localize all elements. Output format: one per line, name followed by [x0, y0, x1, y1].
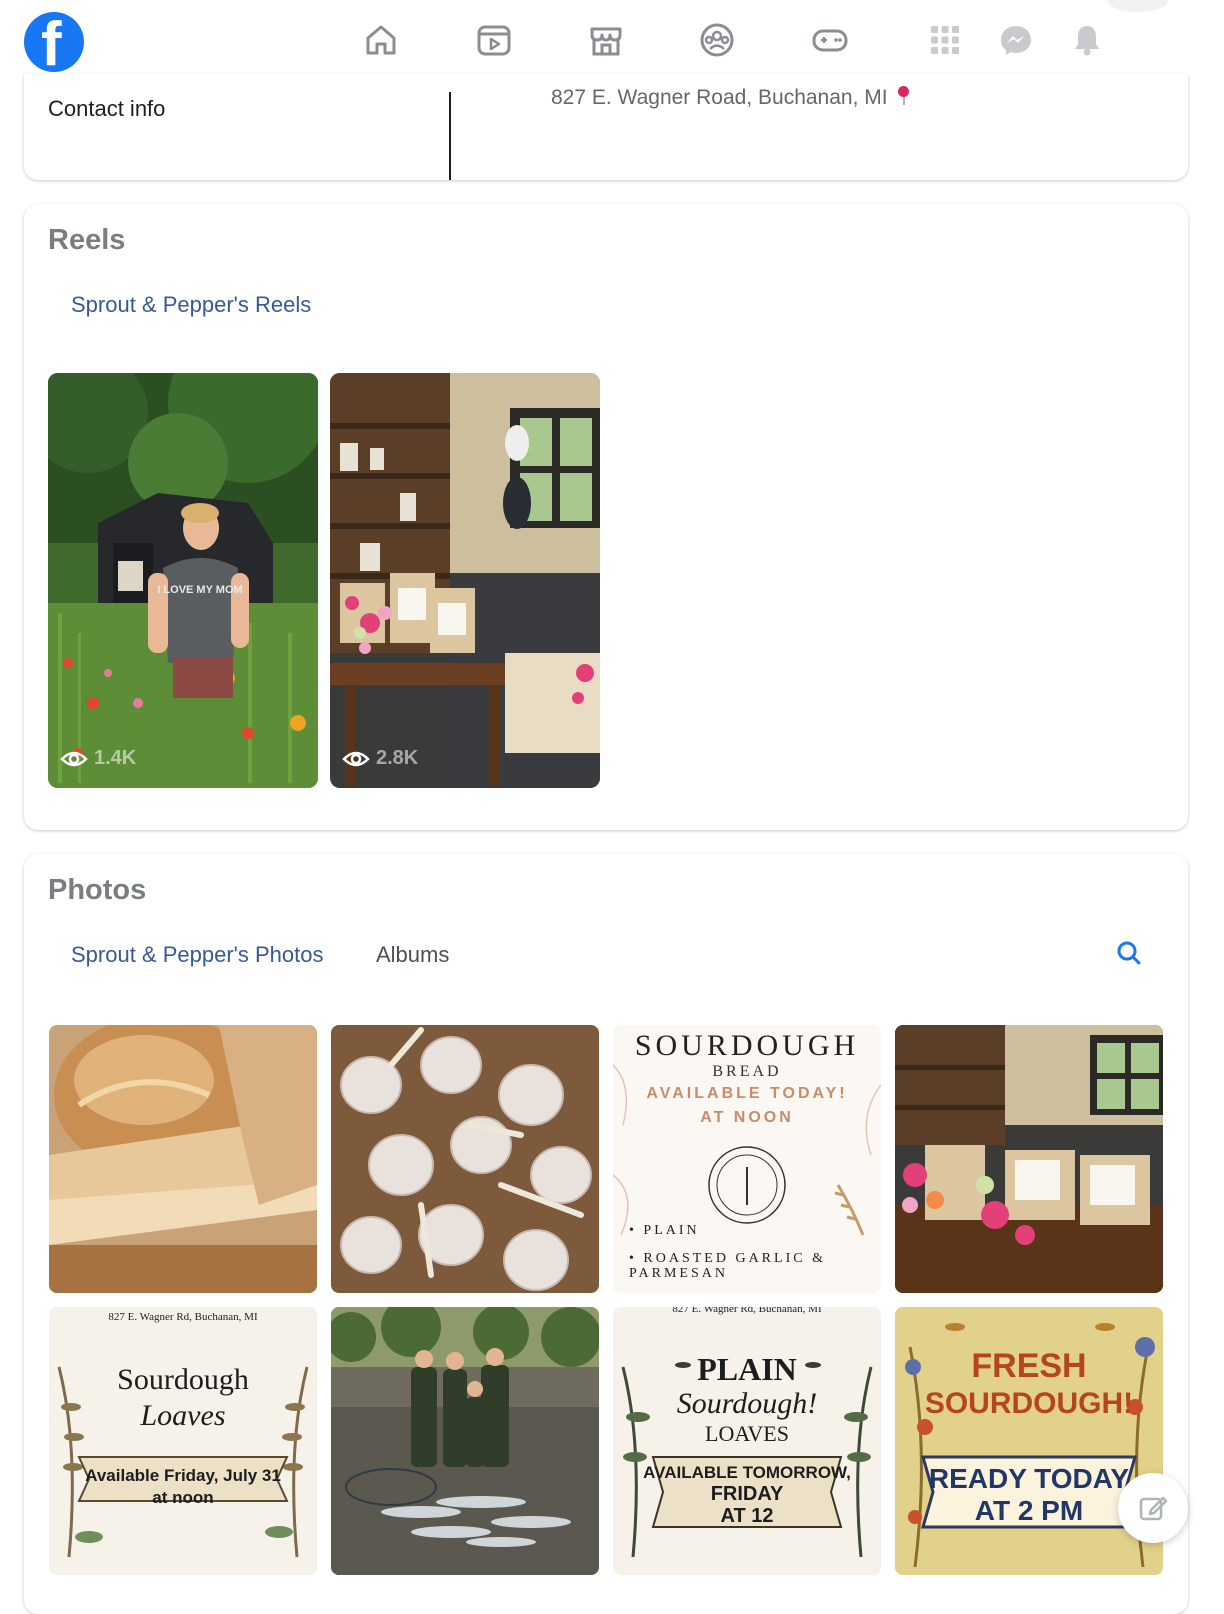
reel-thumbnail[interactable]: 2.8K: [330, 373, 600, 788]
poster-line: AVAILABLE TOMORROW,: [643, 1463, 851, 1482]
compose-button[interactable]: [1118, 1473, 1188, 1543]
address-text: 827 E. Wagner Road, Buchanan, MI: [551, 86, 910, 110]
shop-photo: [895, 1025, 1163, 1293]
poster-line: PARMESAN: [629, 1266, 728, 1281]
poster-line: AT NOON: [700, 1109, 794, 1126]
address-value: 827 E. Wagner Road, Buchanan, MI: [551, 86, 888, 109]
divider: [449, 92, 451, 180]
reels-section: Reels Sprout & Pepper's Reels I LOVE MY …: [24, 204, 1188, 830]
tab-reels[interactable]: Sprout & Pepper's Reels: [71, 292, 311, 318]
poster-line: 827 E. Wagner Rd, Buchanan, MI: [108, 1311, 258, 1323]
poster-line: • PLAIN: [629, 1223, 700, 1238]
poster-line: Sourdough!: [676, 1387, 818, 1420]
shirt-text: I LOVE MY MOM: [157, 584, 242, 596]
photo-thumbnail[interactable]: FRESH SOURDOUGH! READY TODAY AT 2 PM: [895, 1307, 1163, 1575]
poster-line: FRIDAY: [710, 1483, 784, 1505]
edit-icon: [1139, 1496, 1168, 1521]
tab-albums[interactable]: Albums: [376, 942, 449, 968]
photos-section: Photos Sprout & Pepper's Photos Albums S…: [24, 854, 1188, 1614]
poster-line: LOAVES: [705, 1421, 789, 1446]
contact-info-card: Contact info 827 E. Wagner Road, Buchana…: [24, 74, 1188, 180]
poster-line: AVAILABLE TODAY!: [646, 1085, 848, 1102]
poster-line: Available Friday, July 31: [85, 1466, 281, 1485]
poster-line: SOURDOUGH!: [924, 1387, 1134, 1420]
eye-icon: [342, 751, 370, 766]
reel-view-count: 1.4K: [60, 747, 136, 770]
reel-views-value: 1.4K: [94, 747, 137, 769]
photos-title[interactable]: Photos: [48, 874, 146, 907]
poster-line: at noon: [152, 1488, 214, 1507]
menu-grid-icon[interactable]: [925, 20, 965, 60]
photo-thumbnail[interactable]: 827 E. Wagner Rd, Buchanan, MI Sourdough…: [49, 1307, 317, 1575]
poster-graphic: [49, 1307, 317, 1575]
photo-thumbnail[interactable]: SOURDOUGH BREAD AVAILABLE TODAY! AT NOON…: [613, 1025, 881, 1293]
reel-garden-image: I LOVE MY MOM: [48, 373, 318, 788]
poster-line: PLAIN: [697, 1351, 797, 1387]
poster-line: 827 E. Wagner Rd, Buchanan, MI: [672, 1307, 822, 1315]
search-icon[interactable]: [1116, 940, 1142, 966]
top-navigation-bar: f: [0, 0, 1224, 84]
reel-shop-image: [330, 373, 600, 788]
reel-views-value: 2.8K: [376, 747, 419, 769]
groups-icon[interactable]: [697, 20, 737, 60]
eye-icon: [60, 751, 88, 766]
notifications-icon[interactable]: [1067, 20, 1107, 60]
photo-thumbnail[interactable]: [49, 1025, 317, 1293]
fishing-photo: [331, 1307, 599, 1575]
reel-thumbnail[interactable]: I LOVE MY MOM 1.4K: [48, 373, 318, 788]
photo-thumbnail[interactable]: [331, 1025, 599, 1293]
facebook-logo[interactable]: f: [24, 10, 84, 79]
poster-line: Sourdough: [117, 1363, 249, 1396]
poster-line: • ROASTED GARLIC &: [629, 1251, 826, 1266]
tab-photos[interactable]: Sprout & Pepper's Photos: [71, 942, 323, 968]
reels-title[interactable]: Reels: [48, 224, 125, 257]
bread-photo: [49, 1025, 317, 1293]
account-avatar-edge[interactable]: [1108, 0, 1168, 12]
photo-thumbnail[interactable]: [895, 1025, 1163, 1293]
home-icon[interactable]: [361, 20, 401, 60]
marketplace-icon[interactable]: [586, 20, 626, 60]
photo-thumbnail[interactable]: 827 E. Wagner Rd, Buchanan, MI PLAIN Sou…: [613, 1307, 881, 1575]
poster-line: SOURDOUGH: [634, 1029, 860, 1062]
messenger-icon[interactable]: [996, 20, 1036, 60]
gaming-icon[interactable]: [810, 20, 850, 60]
watch-icon[interactable]: [474, 20, 514, 60]
photo-thumbnail[interactable]: [331, 1307, 599, 1575]
poster-line: AT 12: [720, 1505, 774, 1527]
pin-icon: [897, 86, 910, 106]
contact-info-label: Contact info: [48, 96, 166, 121]
poster-line: BREAD: [712, 1063, 782, 1080]
poster-line: Loaves: [140, 1399, 226, 1432]
poster-line: FRESH: [971, 1347, 1087, 1385]
garlic-photo: [331, 1025, 599, 1293]
reel-view-count: 2.8K: [342, 747, 418, 770]
